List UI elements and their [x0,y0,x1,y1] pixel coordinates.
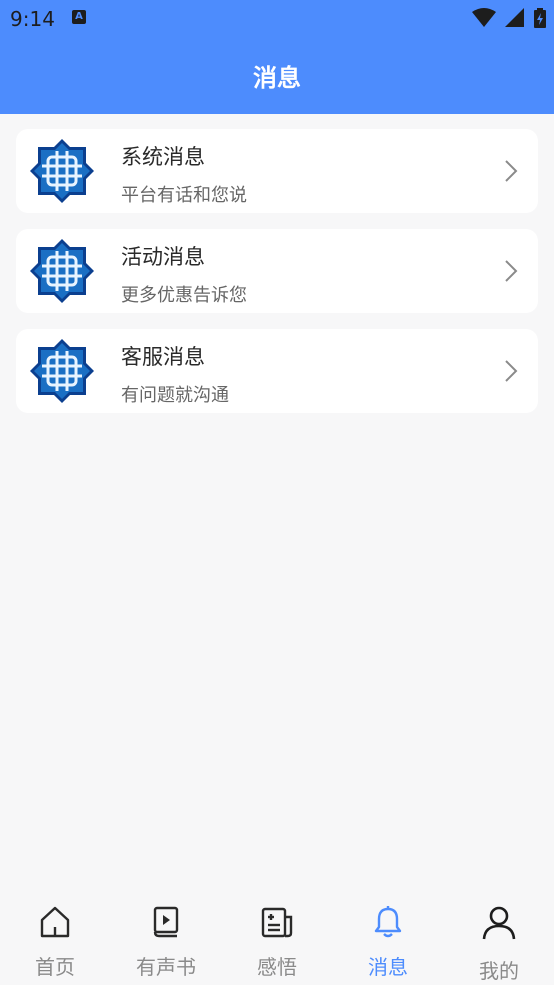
chevron-right-icon [505,160,518,182]
tab-audiobook[interactable]: 有声书 [111,895,221,985]
tab-insights[interactable]: 感悟 [222,895,332,985]
status-icons [468,8,546,28]
message-item-activity[interactable]: 活动消息 更多优惠告诉您 [16,229,538,313]
wifi-icon [471,8,496,27]
message-item-system[interactable]: 系统消息 平台有话和您说 [16,129,538,213]
user-icon [482,906,516,940]
tab-label: 消息 [368,955,408,979]
bell-icon [374,906,402,938]
message-subtitle: 更多优惠告诉您 [121,285,247,306]
tab-label: 我的 [479,959,519,983]
home-icon [40,906,70,938]
message-subtitle: 有问题就沟通 [121,385,229,406]
bottom-tab-bar: 首页 有声书 感悟 消息 我的 [0,895,554,985]
message-title: 系统消息 [121,145,205,169]
tab-label: 感悟 [257,955,297,979]
tab-label: 有声书 [136,955,196,979]
message-list: 系统消息 平台有话和您说 活动消息 更多优惠告诉您 客服消息 有问题就沟通 [16,129,538,429]
tab-label: 首页 [35,955,75,979]
status-notification-icon: A [72,10,86,24]
chevron-right-icon [505,360,518,382]
battery-icon [534,8,546,28]
audiobook-icon [153,906,179,938]
tab-profile[interactable]: 我的 [444,895,554,985]
app-header: 消息 [0,38,554,114]
message-title: 客服消息 [121,345,205,369]
message-item-service[interactable]: 客服消息 有问题就沟通 [16,329,538,413]
message-title: 活动消息 [121,245,205,269]
knot-logo-icon [30,339,94,403]
status-bar: 9:14 A [0,0,554,38]
status-time: 9:14 [10,7,55,31]
knot-logo-icon [30,139,94,203]
tab-home[interactable]: 首页 [0,895,110,985]
message-subtitle: 平台有话和您说 [121,185,247,206]
chevron-right-icon [505,260,518,282]
knot-logo-icon [30,239,94,303]
signal-icon [504,8,524,27]
notes-icon [261,907,293,938]
page-title: 消息 [253,64,301,92]
tab-messages[interactable]: 消息 [333,895,443,985]
